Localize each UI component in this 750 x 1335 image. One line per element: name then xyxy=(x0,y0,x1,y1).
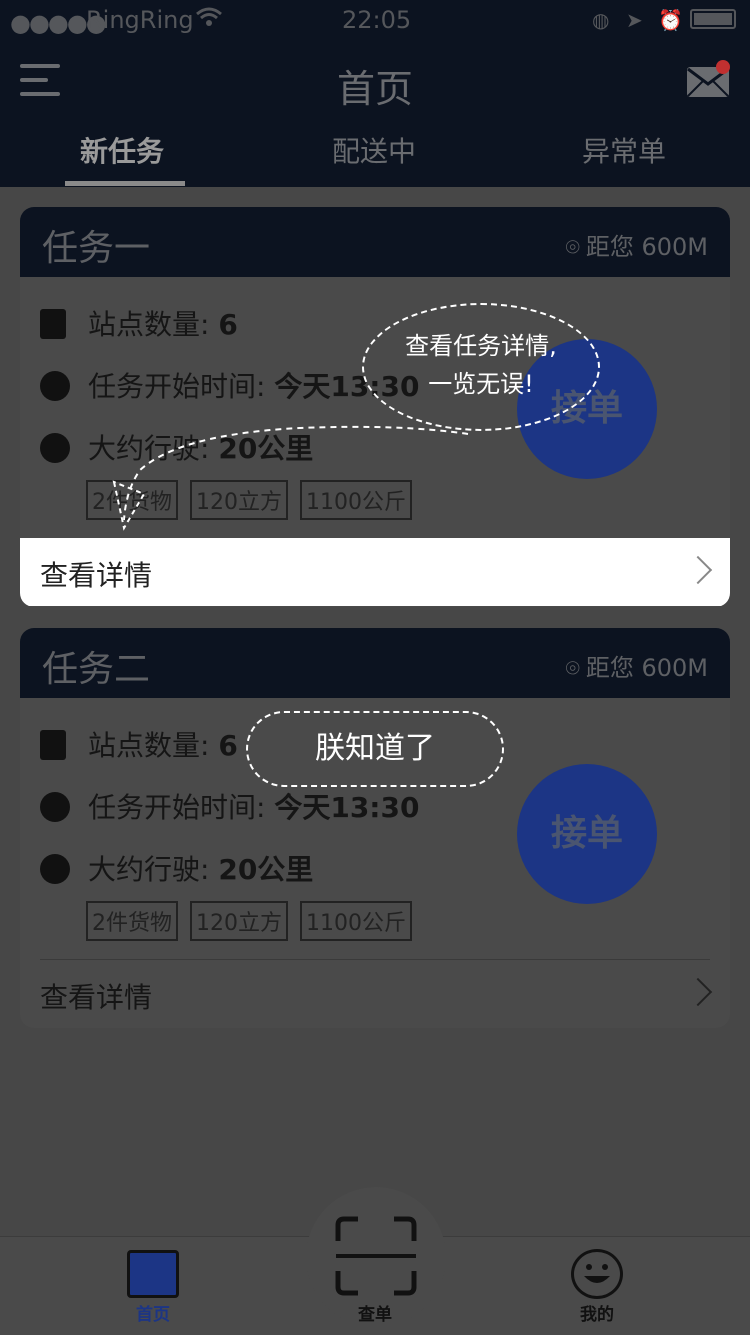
navigation-icon xyxy=(40,854,70,884)
top-navigation: 首页 新任务 配送中 异常单 xyxy=(0,40,750,187)
cargo-tags: 2件货物 120立方 1100公斤 xyxy=(86,901,424,941)
chevron-right-icon xyxy=(683,977,713,1007)
guide-arrow xyxy=(112,425,469,531)
clock: 22:05 xyxy=(342,6,412,34)
clock-icon xyxy=(40,792,70,822)
document-icon xyxy=(40,309,66,339)
dismiss-guide-button[interactable]: 朕知道了 xyxy=(246,711,504,787)
chevron-right-icon xyxy=(683,555,713,585)
notification-badge xyxy=(716,60,730,74)
carrier-name: RingRing xyxy=(86,6,194,34)
task-card-header: 任务二 ⌾ 距您 600M xyxy=(20,628,730,698)
distance-text: 距您 600M xyxy=(585,233,708,261)
drive-label: 大约行驶: xyxy=(88,853,210,886)
status-bar: ●●●●● RingRing 22:05 ◍ ➤ ⏰ xyxy=(0,0,750,40)
stations-value: 6 xyxy=(218,729,238,762)
view-details-label: 查看详情 xyxy=(40,981,153,1014)
smile-icon[interactable] xyxy=(571,1249,623,1299)
task-title: 任务一 xyxy=(42,228,151,269)
location-icon: ➤ xyxy=(626,8,643,32)
tag-weight: 1100公斤 xyxy=(300,901,412,941)
tag-goods: 2件货物 xyxy=(86,901,178,941)
task-card-header: 任务一 ⌾ 距您 600M xyxy=(20,207,730,277)
accept-order-button[interactable]: 接单 xyxy=(517,764,657,904)
task-card: 任务二 ⌾ 距您 600M 站点数量: 6 任务开始时间: 今天13:30 大约行… xyxy=(20,628,730,1028)
guide-tip-bubble: 查看任务详情, 一览无误! xyxy=(362,303,600,431)
alarm-icon: ⏰ xyxy=(658,8,683,32)
nav-home-label[interactable]: 首页 xyxy=(136,1300,170,1325)
task-distance: ⌾ 距您 600M xyxy=(565,227,708,262)
start-time-row: 任务开始时间: 今天13:30 xyxy=(40,786,419,826)
view-details-row[interactable]: 查看详情 xyxy=(20,960,730,1028)
stations-label: 站点数量: xyxy=(88,729,210,762)
start-time-value: 今天13:30 xyxy=(274,791,420,824)
navigation-icon xyxy=(40,433,70,463)
view-details-row[interactable]: 查看详情 xyxy=(20,538,730,606)
tab-delivering[interactable]: 配送中 xyxy=(332,130,416,170)
distance-text: 距您 600M xyxy=(585,654,708,682)
tab-exceptions[interactable]: 异常单 xyxy=(582,130,666,170)
stations-row: 站点数量: 6 xyxy=(40,724,238,764)
stations-label: 站点数量: xyxy=(88,308,210,341)
clock-icon xyxy=(40,371,70,401)
view-details-label: 查看详情 xyxy=(40,559,153,592)
nav-query-label[interactable]: 查单 xyxy=(358,1300,392,1325)
drive-value: 20公里 xyxy=(218,853,314,886)
stations-value: 6 xyxy=(218,308,238,341)
location-pin-icon: ⌾ xyxy=(565,233,580,261)
tab-new-tasks[interactable]: 新任务 xyxy=(80,130,164,170)
guide-tip-line2: 一览无误! xyxy=(428,370,534,398)
stations-row: 站点数量: 6 xyxy=(40,303,238,343)
task-distance: ⌾ 距您 600M xyxy=(565,648,708,683)
wifi-icon xyxy=(196,7,222,26)
location-pin-icon: ⌾ xyxy=(565,654,580,682)
home-icon[interactable] xyxy=(127,1250,179,1298)
task-card: 任务一 ⌾ 距您 600M 站点数量: 6 任务开始时间: 今天13:30 大约行… xyxy=(20,207,730,607)
rotation-lock-icon: ◍ xyxy=(592,8,610,32)
tag-volume: 120立方 xyxy=(190,901,288,941)
active-tab-indicator xyxy=(65,181,185,186)
guide-tip-line1: 查看任务详情, xyxy=(405,332,557,360)
scan-icon[interactable] xyxy=(334,1215,418,1297)
task-title: 任务二 xyxy=(42,649,151,690)
page-title: 首页 xyxy=(336,67,413,111)
start-time-label: 任务开始时间: xyxy=(88,791,266,824)
start-time-label: 任务开始时间: xyxy=(88,370,266,403)
battery-icon xyxy=(690,9,736,29)
document-icon xyxy=(40,730,66,760)
nav-mine-label[interactable]: 我的 xyxy=(580,1300,614,1325)
distance-row: 大约行驶: 20公里 xyxy=(40,848,313,888)
